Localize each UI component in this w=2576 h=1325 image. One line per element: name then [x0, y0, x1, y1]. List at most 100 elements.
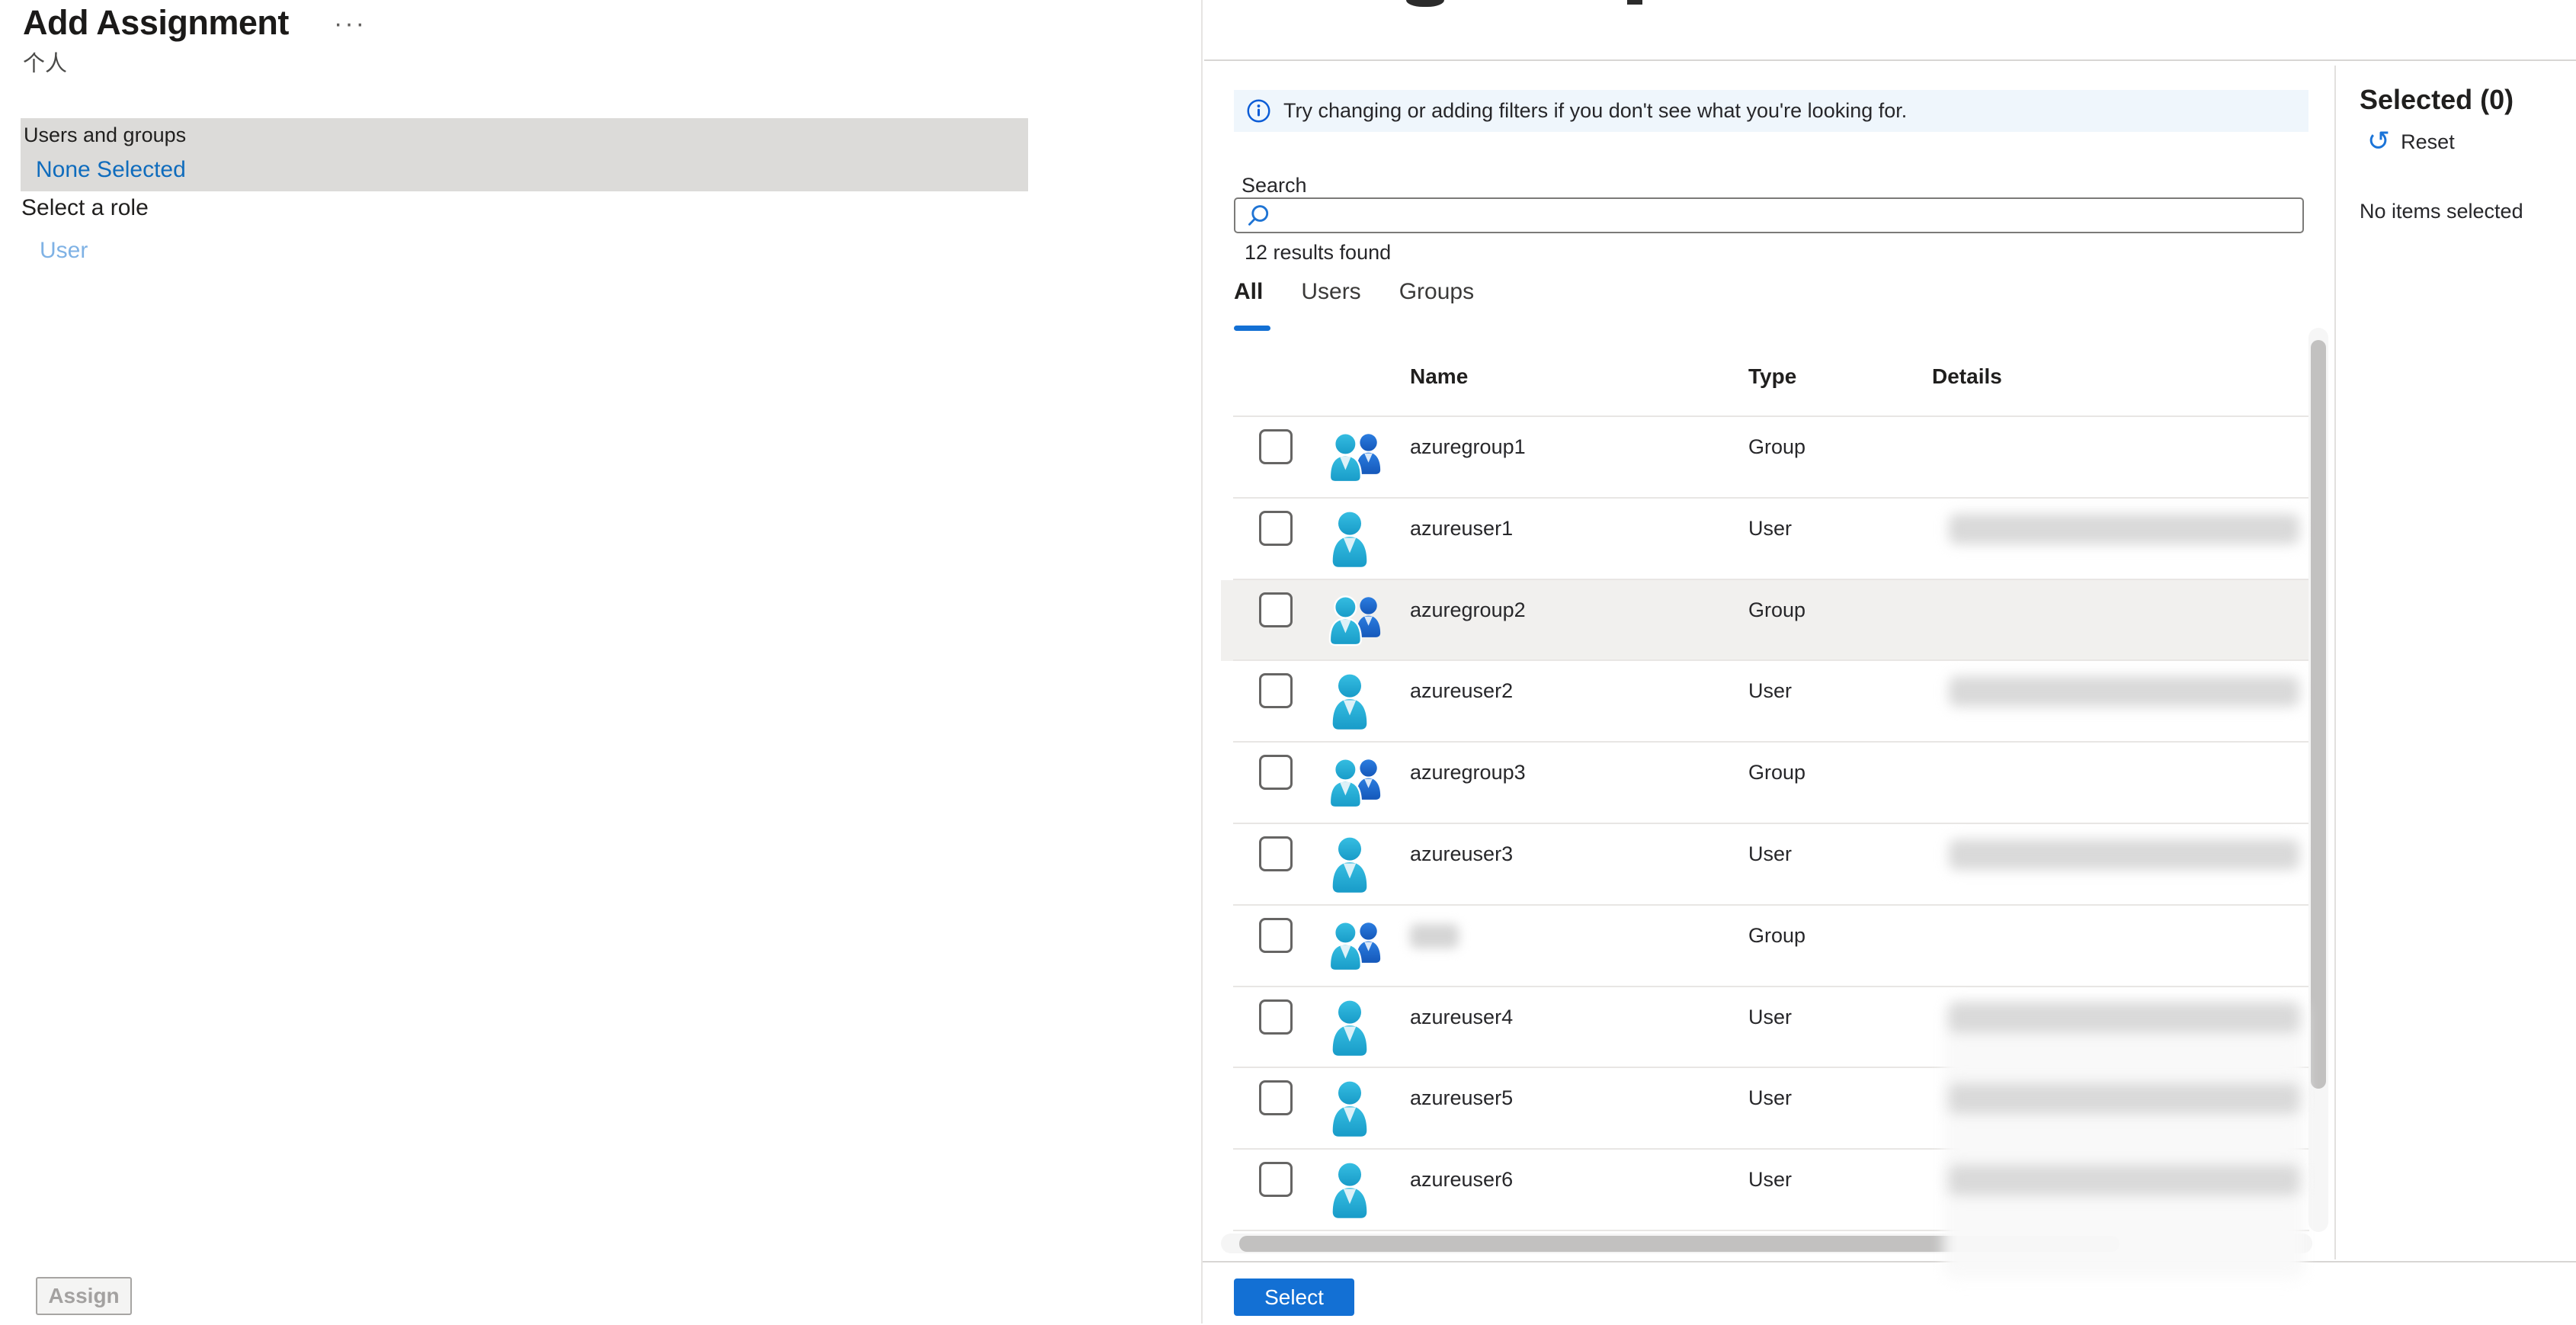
table-row[interactable]: azureuser2 User [1221, 661, 2311, 743]
row-type: User [1748, 1006, 1792, 1029]
search-input[interactable] [1272, 199, 2302, 232]
user-icon [1326, 1079, 1373, 1137]
undo-icon: ↺ [2367, 128, 2390, 156]
user-avatar [1326, 1079, 1373, 1141]
group-avatar [1326, 428, 1386, 488]
row-name: azuregroup2 [1410, 598, 1526, 622]
column-header-details: Details [1932, 364, 2002, 389]
row-checkbox[interactable] [1259, 592, 1293, 627]
picker-footer [1203, 1261, 2576, 1325]
users-groups-label: Users and groups [24, 124, 186, 147]
selected-count-title: Selected (0) [2360, 84, 2514, 116]
tab-users[interactable]: Users [1301, 279, 1360, 305]
user-icon [1326, 509, 1373, 567]
row-name: azureuser3 [1410, 842, 1513, 866]
row-name: azureuser1 [1410, 517, 1513, 541]
row-checkbox[interactable] [1259, 836, 1293, 871]
add-assignment-blade: Add Assignment ··· 个人 Users and groups N… [0, 0, 1201, 1323]
clipped-heading-fragment [1406, 0, 1444, 7]
active-tab-underline [1234, 326, 1270, 331]
tab-all[interactable]: All [1234, 279, 1263, 305]
selected-panel-divider [2334, 66, 2336, 1259]
search-label: Search [1242, 174, 1307, 197]
details-redacted [1949, 514, 2299, 544]
header-divider [1204, 59, 2576, 61]
row-name: azureuser4 [1410, 1006, 1513, 1029]
row-type: User [1748, 842, 1792, 866]
row-checkbox[interactable] [1259, 1080, 1293, 1115]
table-row[interactable]: azureuser3 User [1221, 824, 2311, 906]
ellipsis-icon[interactable]: ··· [334, 9, 367, 39]
table-row[interactable]: azureuser5 User [1221, 1068, 2311, 1150]
results-list: azuregroup1 Group azureuser1 User azuregroup… [1221, 417, 2311, 1231]
tab-groups[interactable]: Groups [1399, 279, 1474, 305]
row-name: azureuser6 [1410, 1168, 1513, 1192]
table-row[interactable]: azureuser1 User [1221, 499, 2311, 580]
row-name: azureuser5 [1410, 1086, 1513, 1110]
row-type: User [1748, 1086, 1792, 1110]
row-type: User [1748, 679, 1792, 703]
row-type: Group [1748, 761, 1805, 784]
reset-label: Reset [2401, 130, 2455, 154]
details-redacted [1949, 1165, 2299, 1195]
group-avatar [1326, 753, 1386, 813]
row-checkbox[interactable] [1259, 999, 1293, 1035]
clipped-heading-fragment [1627, 0, 1642, 5]
name-redacted [1410, 924, 1459, 948]
table-row[interactable]: azureuser4 User [1221, 987, 2311, 1069]
page-subtitle: 个人 [23, 46, 67, 78]
user-avatar [1326, 509, 1373, 571]
row-checkbox[interactable] [1259, 918, 1293, 953]
table-row[interactable]: azureuser6 User [1221, 1150, 2311, 1231]
details-redacted [1949, 1083, 2299, 1114]
user-avatar [1326, 835, 1373, 897]
search-icon [1245, 202, 1272, 229]
row-checkbox[interactable] [1259, 429, 1293, 464]
row-name: azureuser2 [1410, 679, 1513, 703]
info-banner-text: Try changing or adding filters if you do… [1283, 99, 1907, 123]
row-checkbox[interactable] [1259, 673, 1293, 708]
select-button[interactable]: Select [1234, 1278, 1354, 1316]
user-icon [1326, 1160, 1373, 1218]
details-redacted [1949, 676, 2299, 707]
group-icon [1326, 916, 1386, 973]
group-avatar [1326, 916, 1386, 977]
table-row[interactable]: azuregroup1 Group [1221, 417, 2311, 499]
row-checkbox[interactable] [1259, 1162, 1293, 1197]
group-icon [1326, 753, 1386, 810]
column-header-name: Name [1410, 364, 1468, 389]
select-role-label: Select a role [21, 195, 149, 221]
assign-button[interactable]: Assign [36, 1277, 132, 1315]
user-icon [1326, 835, 1373, 893]
row-type: Group [1748, 598, 1805, 622]
table-row[interactable]: azuregroup3 Group [1221, 743, 2311, 824]
row-checkbox[interactable] [1259, 755, 1293, 790]
horizontal-scrollbar-thumb[interactable] [1239, 1236, 2119, 1252]
details-redacted [1949, 839, 2299, 870]
row-name: azuregroup3 [1410, 761, 1526, 784]
reset-button[interactable]: ↺ Reset [2367, 128, 2455, 156]
row-type: User [1748, 1168, 1792, 1192]
filter-tabs: All Users Groups [1234, 279, 1474, 305]
role-value[interactable]: User [40, 238, 88, 264]
user-icon [1326, 998, 1373, 1056]
none-selected-link[interactable]: None Selected [36, 157, 186, 183]
info-banner: Try changing or adding filters if you do… [1234, 90, 2308, 132]
no-items-message: No items selected [2360, 200, 2523, 223]
user-avatar [1326, 672, 1373, 733]
row-name: azuregroup1 [1410, 435, 1526, 459]
table-row[interactable]: azuregroup2 Group [1221, 580, 2311, 662]
row-type: Group [1748, 435, 1805, 459]
row-type: User [1748, 517, 1792, 541]
page-title: Add Assignment [23, 3, 289, 43]
row-type: Group [1748, 924, 1805, 948]
group-icon [1326, 591, 1386, 647]
user-group-picker-blade: Try changing or adding filters if you do… [1203, 0, 2576, 1323]
table-row[interactable]: Group [1221, 906, 2311, 987]
user-icon [1326, 672, 1373, 730]
details-redacted [1949, 1003, 2299, 1033]
vertical-scrollbar-thumb[interactable] [2311, 340, 2326, 1089]
results-count: 12 results found [1245, 241, 1391, 265]
row-checkbox[interactable] [1259, 511, 1293, 546]
group-icon [1326, 428, 1386, 484]
